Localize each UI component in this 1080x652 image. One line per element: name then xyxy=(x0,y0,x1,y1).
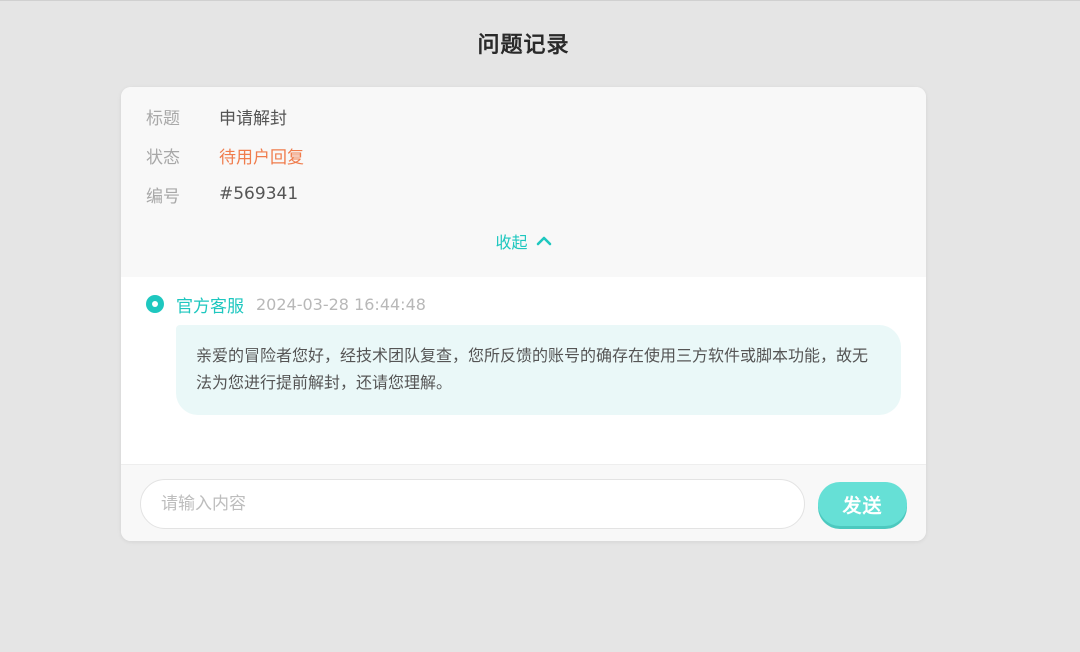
message-sender: 官方客服 xyxy=(176,296,244,317)
composer-bar: 发送 xyxy=(121,464,926,541)
message-time: 2024-03-28 16:44:48 xyxy=(256,294,426,314)
info-row-title: 标题 申请解封 xyxy=(146,104,287,129)
message-input[interactable] xyxy=(140,479,805,529)
collapse-toggle[interactable]: 收起 xyxy=(121,229,926,253)
message-list[interactable]: 官方客服 2024-03-28 16:44:48 亲爱的冒险者您好，经技术团队复… xyxy=(121,277,926,464)
status-value: 待用户回复 xyxy=(219,147,304,168)
number-value: #569341 xyxy=(219,184,299,204)
ticket-page: 问题记录 标题 申请解封 状态 待用户回复 编号 #569341 收起 官方客服… xyxy=(0,0,1080,652)
status-label: 状态 xyxy=(146,147,180,168)
message-bubble: 亲爱的冒险者您好，经技术团队复查，您所反馈的账号的确存在使用三方软件或脚本功能，… xyxy=(176,325,901,415)
collapse-label: 收起 xyxy=(495,233,528,252)
radio-dot-icon xyxy=(146,295,164,313)
ticket-info-panel: 标题 申请解封 状态 待用户回复 编号 #569341 收起 xyxy=(121,87,926,277)
ticket-card: 标题 申请解封 状态 待用户回复 编号 #569341 收起 官方客服 2024… xyxy=(121,87,926,541)
info-row-status: 状态 待用户回复 xyxy=(146,143,304,168)
page-title: 问题记录 xyxy=(477,33,570,58)
message-header: 官方客服 2024-03-28 16:44:48 xyxy=(146,292,426,317)
title-label: 标题 xyxy=(146,108,180,129)
number-label: 编号 xyxy=(146,186,180,207)
title-value: 申请解封 xyxy=(219,108,287,129)
send-button[interactable]: 发送 xyxy=(818,482,907,526)
info-row-number: 编号 #569341 xyxy=(146,182,299,207)
chevron-up-icon xyxy=(536,233,552,249)
